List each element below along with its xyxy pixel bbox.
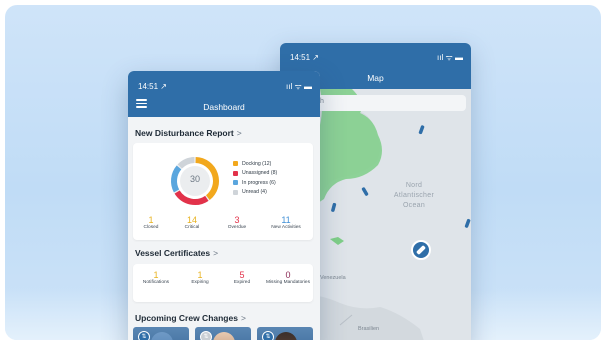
donut-total-value: 30 [189, 174, 200, 184]
crew-change-badge-icon: ⇅ [262, 331, 274, 340]
stat-value: 11 [281, 215, 291, 225]
legend-item: Unread (4) [233, 188, 277, 198]
stat-overdue[interactable]: 3 Overdue [215, 215, 259, 231]
stat-label: Expiring [191, 280, 209, 285]
map-status-time: 14:51 ↗ [290, 53, 319, 62]
legend-item: Docking (12) [233, 159, 277, 169]
ocean-label-line: Atlantischer [393, 192, 435, 199]
promo-stage: 14:51 ↗ ııl ᯤ ▬ Map h Nord Atlantischer … [5, 5, 601, 340]
stat-value: 3 [234, 215, 240, 225]
certificates-section-title[interactable]: Vessel Certificates > [135, 248, 218, 258]
legend-label: Unassigned (8) [242, 170, 278, 177]
stat-value: 14 [186, 215, 197, 225]
disturbance-stats-row: 1 Closed 14 Critical 3 Overdue 11 New Ac… [133, 215, 313, 231]
legend-swatch [233, 170, 238, 176]
stat-value: 1 [197, 270, 203, 280]
disturbance-legend: Docking (12) Unassigned (8) In progress … [233, 159, 277, 197]
legend-label: Unread (4) [242, 189, 267, 196]
dashboard-status-icons: ııl ᯤ ▬ [286, 82, 312, 91]
map-ocean-label: Nord Atlantischer Ocean [382, 181, 446, 211]
chevron-right-icon: > [213, 248, 219, 258]
stat-expired[interactable]: 5 Expired [221, 270, 263, 286]
stat-expiring[interactable]: 1 Expiring [179, 270, 221, 286]
crew-card[interactable]: ⇅ [195, 327, 251, 340]
stat-label: Notifications [142, 280, 170, 285]
donut-segment [177, 157, 195, 169]
certificates-title-text: Vessel Certificates [135, 248, 211, 258]
crew-avatar [213, 332, 235, 340]
ocean-label-line: Ocean [402, 202, 426, 209]
crew-change-badge-icon: ⇅ [138, 331, 150, 340]
stat-new-activities[interactable]: 11 New Activities [259, 215, 313, 231]
ocean-label-line: Nord [405, 182, 423, 189]
crew-section-title[interactable]: Upcoming Crew Changes > [135, 313, 246, 323]
stat-value: 0 [285, 270, 291, 280]
stat-label: Critical [184, 225, 200, 230]
legend-item: In progress (6) [233, 178, 277, 188]
disturbance-title-text: New Disturbance Report [135, 128, 234, 138]
chevron-right-icon: > [236, 128, 242, 138]
disturbance-section-title[interactable]: New Disturbance Report > [135, 128, 242, 138]
stat-label: Closed [143, 225, 159, 230]
crew-change-badge-icon: ⇅ [200, 331, 212, 340]
stat-label: Missing Mandatories [266, 280, 310, 285]
legend-swatch [233, 180, 238, 186]
certificates-card[interactable]: 1 Notifications 1 Expiring 5 Expired 0 M… [133, 264, 313, 302]
crew-avatar [151, 332, 173, 340]
dashboard-header-title: Dashboard [203, 102, 245, 112]
stat-value: 1 [153, 270, 159, 280]
vessel-location-pin[interactable] [411, 240, 431, 260]
crew-title-text: Upcoming Crew Changes [135, 313, 238, 323]
map-status-icons: ııl ᯤ ▬ [437, 53, 463, 62]
crew-card[interactable]: ⇅ [257, 327, 313, 340]
crew-cards-row: ⇅ ⇅ ⇅ [133, 327, 315, 340]
disturbance-card[interactable]: 30 Docking (12) Unassigned (8) In progre… [133, 143, 313, 240]
chevron-right-icon: > [240, 313, 246, 323]
stat-missing-mandatories[interactable]: 0 Missing Mandatories [263, 270, 313, 286]
legend-label: In progress (6) [242, 179, 276, 186]
stat-critical[interactable]: 14 Critical [169, 215, 215, 231]
map-place-venezuela: Venezuela [320, 275, 346, 281]
stat-label: Overdue [227, 225, 247, 230]
legend-swatch [233, 189, 238, 195]
crew-avatar [275, 332, 297, 340]
legend-swatch [233, 161, 238, 167]
map-search-placeholder: h [320, 98, 324, 105]
stat-closed[interactable]: 1 Closed [133, 215, 169, 231]
map-place-brasilien: Brasilien [358, 326, 380, 332]
stat-value: 1 [148, 215, 154, 225]
legend-item: Unassigned (8) [233, 169, 277, 179]
certificates-stats-row: 1 Notifications 1 Expiring 5 Expired 0 M… [133, 270, 313, 286]
stat-label: Expired [233, 280, 251, 285]
dashboard-phone-screen: 14:51 ↗ ııl ᯤ ▬ Dashboard New Disturbanc… [128, 71, 320, 340]
legend-label: Docking (12) [242, 160, 272, 167]
stat-notifications[interactable]: 1 Notifications [133, 270, 179, 286]
dashboard-status-time: 14:51 ↗ [138, 82, 167, 91]
stat-value: 5 [239, 270, 245, 280]
crew-card[interactable]: ⇅ [133, 327, 189, 340]
stat-label: New Activities [271, 225, 301, 230]
map-search-input[interactable]: h [316, 95, 466, 111]
